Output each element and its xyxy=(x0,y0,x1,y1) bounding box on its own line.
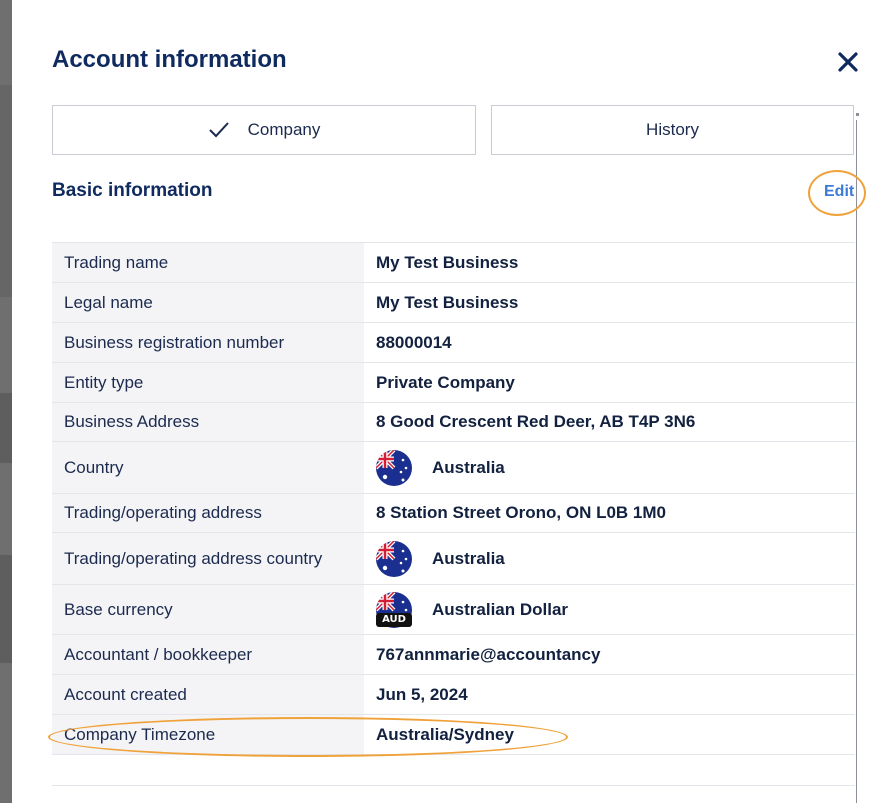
modal-title: Account information xyxy=(52,46,287,73)
currency-badge: AUD xyxy=(376,612,412,627)
table-row: Base currency AUD Australian Dollar xyxy=(52,584,855,635)
table-row: Legal name My Test Business xyxy=(52,282,855,323)
row-label: Country xyxy=(52,441,364,494)
table-row: Account created Jun 5, 2024 xyxy=(52,674,855,715)
row-label: Business Address xyxy=(52,402,364,442)
row-label: Trading name xyxy=(52,242,364,283)
row-label: Company Timezone xyxy=(52,714,364,755)
row-value: Australia/Sydney xyxy=(364,714,855,755)
section-title: Basic information xyxy=(52,180,213,201)
row-label: Account created xyxy=(52,674,364,715)
scrollbar-track[interactable] xyxy=(856,120,857,803)
table-row: Business Address 8 Good Crescent Red Dee… xyxy=(52,402,855,442)
row-value: My Test Business xyxy=(364,242,855,283)
row-value: Jun 5, 2024 xyxy=(364,674,855,715)
row-label: Legal name xyxy=(52,282,364,323)
table-row: Country Australia xyxy=(52,441,855,494)
row-value: 8 Station Street Orono, ON L0B 1M0 xyxy=(364,493,855,533)
row-value: Australia xyxy=(432,457,505,477)
row-value: My Test Business xyxy=(364,282,855,323)
row-value: 767annmarie@accountancy xyxy=(364,634,855,675)
table-row: Entity type Private Company xyxy=(52,362,855,403)
tab-history[interactable]: History xyxy=(491,105,854,155)
table-row: Accountant / bookkeeper 767annmarie@acco… xyxy=(52,634,855,675)
row-value: Private Company xyxy=(364,362,855,403)
row-label: Accountant / bookkeeper xyxy=(52,634,364,675)
background-page xyxy=(0,0,12,803)
basic-information-table: Trading name My Test Business Legal name… xyxy=(52,242,855,755)
row-label: Trading/operating address xyxy=(52,493,364,533)
close-icon xyxy=(838,52,858,72)
table-row: Company Timezone Australia/Sydney xyxy=(52,714,855,755)
australia-flag-icon xyxy=(376,540,412,577)
row-label: Entity type xyxy=(52,362,364,403)
table-row: Trading name My Test Business xyxy=(52,242,855,283)
row-label: Base currency xyxy=(52,584,364,635)
row-value: 88000014 xyxy=(364,322,855,363)
row-label: Trading/operating address country xyxy=(52,532,364,585)
row-label: Business registration number xyxy=(52,322,364,363)
row-value: 8 Good Crescent Red Deer, AB T4P 3N6 xyxy=(364,402,855,442)
tab-company-label: Company xyxy=(247,120,321,139)
table-row: Trading/operating address country Austra… xyxy=(52,532,855,585)
row-value: Australia xyxy=(432,548,505,568)
table-row: Business registration number 88000014 xyxy=(52,322,855,363)
scrollbar-tick xyxy=(856,113,859,116)
row-value: Australian Dollar xyxy=(432,599,569,619)
divider xyxy=(52,785,855,786)
australia-flag-icon xyxy=(376,449,412,486)
close-button[interactable] xyxy=(836,50,860,74)
edit-link[interactable]: Edit xyxy=(824,183,854,201)
tab-history-label: History xyxy=(646,120,699,139)
tab-company[interactable]: Company xyxy=(52,105,476,155)
table-row: Trading/operating address 8 Station Stre… xyxy=(52,493,855,533)
checkmark-icon xyxy=(208,122,229,138)
australia-flag-icon: AUD xyxy=(376,591,412,628)
